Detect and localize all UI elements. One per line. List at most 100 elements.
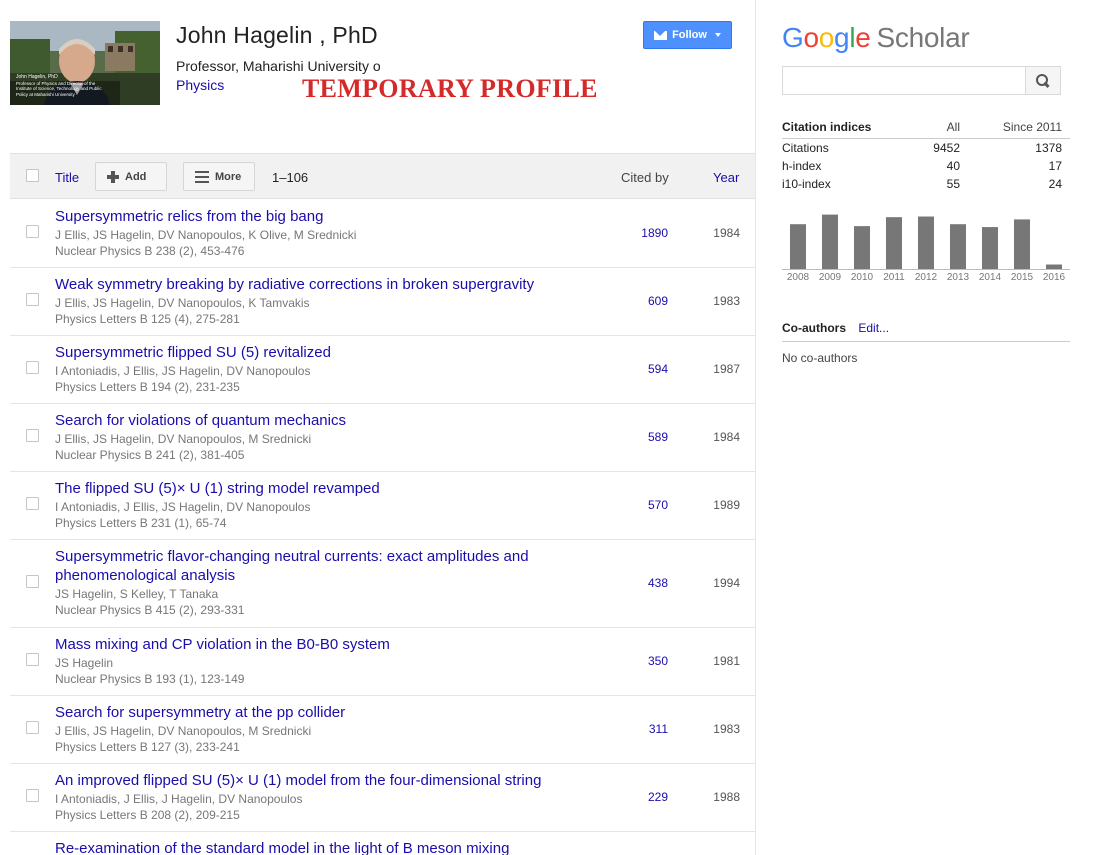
sort-by-year-link[interactable]: Year xyxy=(713,170,739,185)
col-all-header: All xyxy=(946,120,960,134)
chart-tick-label: 2016 xyxy=(1043,272,1066,283)
article-year: 1989 xyxy=(713,498,740,512)
cited-by-link[interactable]: 311 xyxy=(649,722,668,736)
row-checkbox[interactable] xyxy=(26,653,39,666)
chart-bar-2008[interactable] xyxy=(790,224,806,269)
research-interest-link[interactable]: Physics xyxy=(176,77,224,93)
table-row: Search for violations of quantum mechani… xyxy=(10,404,755,472)
logo-letter: e xyxy=(855,22,871,53)
temporary-profile-banner: TEMPORARY PROFILE xyxy=(302,74,598,103)
logo-google: Google xyxy=(782,22,871,53)
article-title-link[interactable]: An improved flipped SU (5)× U (1) model … xyxy=(55,771,565,790)
chart-bar-2013[interactable] xyxy=(950,224,966,269)
article-title-link[interactable]: Mass mixing and CP violation in the B0-B… xyxy=(55,635,565,654)
profile-affiliation: Professor, Maharishi University of Manag… xyxy=(176,58,380,74)
chart-bar-2009[interactable] xyxy=(822,214,838,269)
ci-all-value: 9452 xyxy=(933,141,960,155)
logo-letter: o xyxy=(803,22,819,53)
table-row: Re-examination of the standard model in … xyxy=(10,832,755,855)
articles-toolbar: Title Add More 1–106 Cited by Year xyxy=(10,153,755,199)
row-checkbox[interactable] xyxy=(26,497,39,510)
ci-row-i10-index: i10-index 55 24 xyxy=(782,175,1070,193)
articles-list: Supersymmetric relics from the big bang … xyxy=(10,200,755,855)
chart-bar-2010[interactable] xyxy=(854,226,870,269)
article-authors: I Antoniadis, J Ellis, JS Hagelin, DV Na… xyxy=(55,500,311,514)
row-checkbox[interactable] xyxy=(26,789,39,802)
article-venue: Nuclear Physics B 238 (2), 453-476 xyxy=(55,244,245,258)
logo-letter: g xyxy=(834,22,850,53)
coauthors-header: Co-authors Edit... xyxy=(782,321,1070,342)
row-checkbox[interactable] xyxy=(26,225,39,238)
article-venue: Nuclear Physics B 193 (1), 123-149 xyxy=(55,672,245,686)
ci-row-h-index: h-index 40 17 xyxy=(782,157,1070,175)
cited-by-link[interactable]: 594 xyxy=(648,362,668,376)
article-title-link[interactable]: Supersymmetric relics from the big bang xyxy=(55,207,565,226)
add-button[interactable]: Add xyxy=(95,162,167,191)
chart-tick-label: 2010 xyxy=(851,272,874,283)
article-year: 1987 xyxy=(713,362,740,376)
table-row: An improved flipped SU (5)× U (1) model … xyxy=(10,764,755,832)
chart-bar-2016[interactable] xyxy=(1046,264,1062,269)
cited-by-link[interactable]: 609 xyxy=(648,294,668,308)
article-year: 1981 xyxy=(713,654,740,668)
chevron-down-icon xyxy=(714,33,721,37)
article-venue: Physics Letters B 127 (3), 233-241 xyxy=(55,740,240,754)
article-venue: Physics Letters B 208 (2), 209-215 xyxy=(55,808,240,822)
follow-label: Follow xyxy=(672,29,707,41)
citation-indices-header: Citation indices All Since 2011 xyxy=(782,120,1070,139)
cited-by-link[interactable]: 350 xyxy=(648,654,668,668)
article-title-link[interactable]: Re-examination of the standard model in … xyxy=(55,839,565,855)
follow-button[interactable]: Follow xyxy=(643,21,732,49)
cited-by-header[interactable]: Cited by xyxy=(621,170,669,185)
article-title-link[interactable]: Supersymmetric flipped SU (5) revitalize… xyxy=(55,343,565,362)
ci-label: Citations xyxy=(782,141,829,155)
article-venue: Physics Letters B 125 (4), 275-281 xyxy=(55,312,240,326)
row-checkbox[interactable] xyxy=(26,721,39,734)
chart-tick-label: 2013 xyxy=(947,272,970,283)
search-button[interactable] xyxy=(1025,66,1061,95)
chart-tick-label: 2009 xyxy=(819,272,842,283)
chart-bar-2015[interactable] xyxy=(1014,219,1030,269)
article-title-link[interactable]: Supersymmetric flavor-changing neutral c… xyxy=(55,547,565,585)
article-authors: I Antoniadis, J Ellis, J Hagelin, DV Nan… xyxy=(55,792,303,806)
row-checkbox[interactable] xyxy=(26,429,39,442)
article-year: 1984 xyxy=(713,226,740,240)
ci-label: h-index xyxy=(782,159,822,173)
no-coauthors-text: No co-authors xyxy=(782,351,858,365)
ci-all-value: 40 xyxy=(946,159,960,173)
article-year: 1988 xyxy=(713,790,740,804)
ci-since-value: 17 xyxy=(1048,159,1062,173)
coauthors-edit-link[interactable]: Edit... xyxy=(858,321,889,335)
article-authors: JS Hagelin, S Kelley, T Tanaka xyxy=(55,587,219,601)
select-all-checkbox[interactable] xyxy=(26,169,39,182)
search-input[interactable] xyxy=(782,66,1026,95)
chart-bar-2014[interactable] xyxy=(982,227,998,269)
article-authors: J Ellis, JS Hagelin, DV Nanopoulos, M Sr… xyxy=(55,724,312,738)
row-checkbox[interactable] xyxy=(26,293,39,306)
article-title-link[interactable]: Weak symmetry breaking by radiative corr… xyxy=(55,275,565,294)
ci-row-citations: Citations 9452 1378 xyxy=(782,139,1070,157)
chart-bar-2011[interactable] xyxy=(886,217,902,269)
google-scholar-logo[interactable]: Google Scholar xyxy=(782,22,970,54)
article-year: 1983 xyxy=(713,294,740,308)
cited-by-link[interactable]: 229 xyxy=(648,790,668,804)
cited-by-link[interactable]: 570 xyxy=(648,498,668,512)
chart-tick-label: 2015 xyxy=(1011,272,1034,283)
article-title-link[interactable]: Search for violations of quantum mechani… xyxy=(55,411,565,430)
more-button[interactable]: More xyxy=(183,162,255,191)
row-checkbox[interactable] xyxy=(26,361,39,374)
article-title-link[interactable]: Search for supersymmetry at the pp colli… xyxy=(55,703,565,722)
article-authors: JS Hagelin xyxy=(55,656,114,670)
article-venue: Physics Letters B 231 (1), 65-74 xyxy=(55,516,227,530)
main-panel: John Hagelin, PhD Professor of Physics a… xyxy=(0,0,756,855)
row-checkbox[interactable] xyxy=(26,575,39,588)
chart-bar-2012[interactable] xyxy=(918,216,934,269)
article-title-link[interactable]: The flipped SU (5)× U (1) string model r… xyxy=(55,479,565,498)
interest-physics[interactable]: Physics xyxy=(176,77,224,93)
results-range: 1–106 xyxy=(272,170,309,185)
cited-by-link[interactable]: 1890 xyxy=(641,226,668,240)
cited-by-link[interactable]: 589 xyxy=(648,430,668,444)
plus-icon xyxy=(107,170,119,183)
sort-by-title-link[interactable]: Title xyxy=(55,170,79,185)
cited-by-link[interactable]: 438 xyxy=(648,576,668,590)
